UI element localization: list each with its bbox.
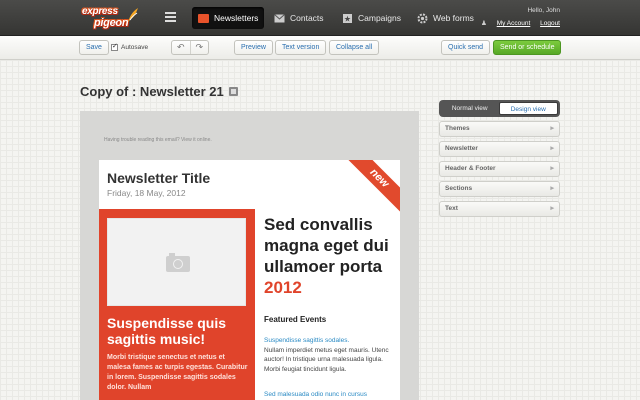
- logout-link[interactable]: Logout: [540, 20, 560, 27]
- undo-icon[interactable]: ↶: [172, 41, 191, 54]
- logo-text-line1: express: [82, 6, 118, 17]
- envelope-icon: [274, 13, 285, 22]
- accordion-label: Text: [445, 205, 458, 212]
- event-text: Nullam imperdiet metus eget mauris. Uten…: [264, 346, 389, 373]
- pigeon-icon: [128, 8, 138, 22]
- nav-tab-campaigns[interactable]: ★ Campaigns: [336, 7, 407, 29]
- save-button[interactable]: Save: [79, 40, 109, 55]
- newsletter-canvas: Having trouble reading this email? View …: [80, 111, 419, 400]
- user-greeting: Hello, John: [527, 7, 560, 14]
- accordion-sections[interactable]: Sections ▸: [439, 181, 560, 197]
- image-placeholder[interactable]: [107, 218, 246, 306]
- feature-body[interactable]: Morbi tristique senectus et netus et mal…: [107, 353, 250, 393]
- autosave-label: Autosave: [121, 44, 149, 51]
- undo-redo-group: ↶ ↷: [171, 40, 209, 55]
- accordion-label: Themes: [445, 125, 470, 132]
- logo-text-line2: pigeon: [94, 17, 129, 29]
- user-box: Hello, John ♟ My Account Logout: [481, 7, 560, 27]
- view-toggle: Normal view Design view: [439, 100, 560, 117]
- email-body[interactable]: new Newsletter Title Friday, 18 May, 201…: [99, 160, 400, 400]
- trouble-reading-text[interactable]: Having trouble reading this email? View …: [104, 137, 212, 143]
- gear-icon: [417, 13, 428, 23]
- newsletter-icon: [198, 13, 209, 23]
- autosave-toggle[interactable]: Autosave: [111, 42, 149, 51]
- nav-tab-newsletters[interactable]: Newsletters: [192, 7, 265, 29]
- edit-title-icon[interactable]: [228, 87, 238, 96]
- chevron-right-icon: ▸: [550, 125, 554, 132]
- star-icon: ★: [343, 13, 352, 23]
- nav-tab-label: Campaigns: [358, 13, 401, 23]
- design-side-panel: Normal view Design view Themes ▸ Newslett…: [439, 100, 560, 217]
- normal-view-button[interactable]: Normal view: [441, 102, 499, 115]
- chevron-right-icon: ▸: [550, 205, 554, 212]
- collapse-all-button[interactable]: Collapse all: [329, 40, 380, 55]
- accordion-text[interactable]: Text ▸: [439, 201, 560, 217]
- editor-toolbar: Save Autosave ↶ ↷ Preview Text version C…: [0, 36, 640, 60]
- newsletter-date[interactable]: Friday, 18 May, 2012: [107, 188, 186, 198]
- newsletter-title[interactable]: Newsletter Title: [107, 170, 210, 186]
- my-account-link[interactable]: My Account: [497, 20, 531, 27]
- design-view-button[interactable]: Design view: [498, 102, 558, 115]
- quick-send-button[interactable]: Quick send: [441, 40, 491, 55]
- chevron-right-icon: ▸: [550, 145, 554, 152]
- svg-text:★: ★: [344, 14, 351, 23]
- nav-tab-label: Newsletters: [214, 13, 259, 23]
- accordion-label: Newsletter: [445, 145, 478, 152]
- autosave-checkbox[interactable]: [111, 42, 118, 51]
- chevron-right-icon: ▸: [550, 185, 554, 192]
- event-item[interactable]: Sed malesuada odio nunc in cursus: [264, 390, 394, 400]
- event-link[interactable]: Suspendisse sagittis sodales.: [264, 336, 394, 346]
- nav-tab-label: Contacts: [290, 13, 324, 23]
- event-item[interactable]: Suspendisse sagittis sodales. Nullam imp…: [264, 336, 394, 374]
- event-link[interactable]: Sed malesuada odio nunc in cursus: [264, 390, 394, 400]
- featured-events-heading[interactable]: Featured Events: [264, 315, 326, 324]
- main-headline-text: Sed convallis magna eget dui ullamoer po…: [264, 215, 389, 276]
- redo-icon[interactable]: ↷: [191, 41, 209, 54]
- page-title: Copy of : Newsletter 21: [80, 84, 238, 99]
- preview-button[interactable]: Preview: [234, 40, 273, 55]
- camera-icon: [166, 253, 190, 272]
- main-headline[interactable]: Sed convallis magna eget dui ullamoer po…: [264, 214, 394, 298]
- feature-heading[interactable]: Suspendisse quis sagittis music!: [107, 315, 250, 347]
- send-or-schedule-button[interactable]: Send or schedule: [493, 40, 562, 55]
- accordion-header-footer[interactable]: Header & Footer ▸: [439, 161, 560, 177]
- text-version-button[interactable]: Text version: [275, 40, 327, 55]
- menu-icon[interactable]: [165, 12, 176, 22]
- top-navigation-bar: express pigeon Newsletters Contacts ★ Ca…: [0, 0, 640, 36]
- new-ribbon: new: [341, 160, 400, 217]
- accordion-label: Sections: [445, 185, 473, 192]
- nav-tab-label: Web forms: [433, 13, 474, 23]
- expresspigeon-logo[interactable]: express pigeon: [80, 4, 142, 32]
- page-title-text: Copy of : Newsletter 21: [80, 84, 224, 99]
- main-headline-year: 2012: [264, 278, 302, 297]
- accordion-newsletter[interactable]: Newsletter ▸: [439, 141, 560, 157]
- red-feature-column[interactable]: Suspendisse quis sagittis music! Morbi t…: [99, 209, 255, 400]
- nav-tab-webforms[interactable]: Web forms: [411, 7, 480, 29]
- chevron-right-icon: ▸: [550, 165, 554, 172]
- accordion-themes[interactable]: Themes ▸: [439, 121, 560, 137]
- nav-tab-contacts[interactable]: Contacts: [268, 7, 330, 29]
- user-icon: ♟: [481, 20, 487, 27]
- accordion-label: Header & Footer: [445, 165, 496, 172]
